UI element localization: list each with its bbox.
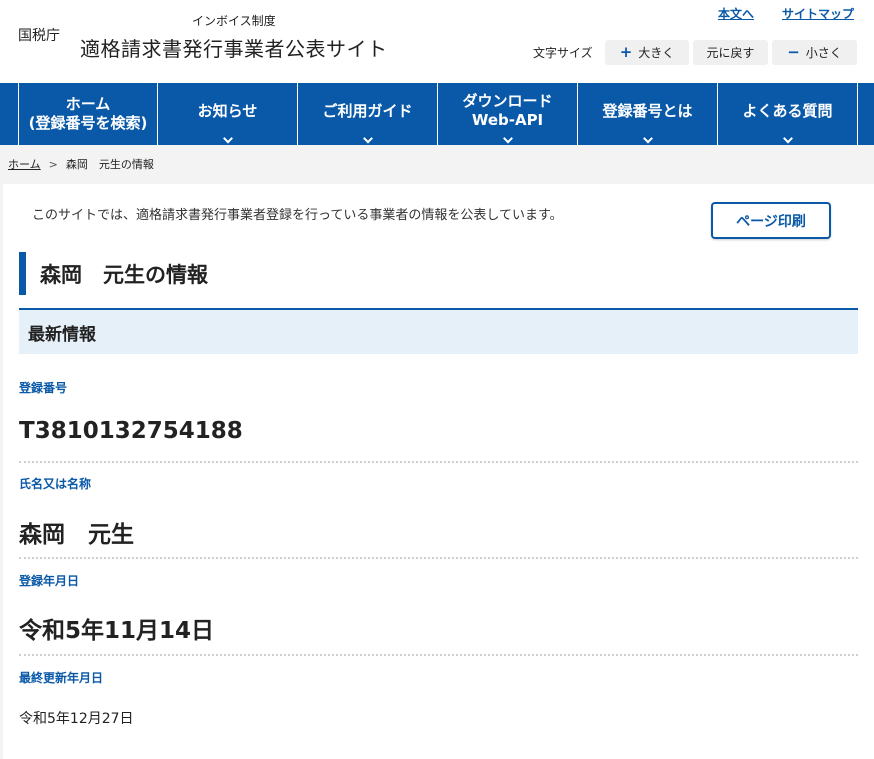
chevron-right-icon: > <box>48 157 58 171</box>
minus-icon: − <box>787 43 800 61</box>
nav-item-label: 登録番号とは <box>602 101 693 120</box>
nav-guide[interactable]: ご利用ガイド <box>298 83 438 145</box>
nav-item-label: ご利用ガイド <box>322 101 413 120</box>
nav-news[interactable]: お知らせ <box>158 83 298 145</box>
breadcrumb-current: 森岡 元生の情報 <box>65 158 154 171</box>
font-reset-label: 元に戻す <box>706 46 755 60</box>
site-subtitle: インボイス制度 <box>192 14 276 28</box>
registration-number-value: T3810132754188 <box>19 418 243 444</box>
section-title: 最新情報 <box>19 308 858 354</box>
field-label-registration-number: 登録番号 <box>19 381 68 395</box>
font-bigger-label: 大きく <box>638 46 675 60</box>
plus-icon: + <box>619 43 633 61</box>
nav-item-label: お知らせ <box>197 101 258 120</box>
divider <box>19 557 858 559</box>
nav-download[interactable]: ダウンロード Web-API <box>438 83 578 145</box>
intro-text: このサイトでは、適格請求書発行事業者登録を行っている事業者の情報を公表しています… <box>32 208 563 223</box>
sitemap-link[interactable]: サイトマップ <box>782 5 854 22</box>
registration-date-value: 令和5年11月14日 <box>19 618 215 644</box>
breadcrumb-home-link[interactable]: ホーム <box>8 156 41 172</box>
site-title[interactable]: 適格請求書発行事業者公表サイト <box>80 33 388 62</box>
font-size-label: 文字サイズ <box>533 46 593 60</box>
skip-to-content-link[interactable]: 本文へ <box>718 5 754 22</box>
print-page-button[interactable]: ページ印刷 <box>711 202 831 239</box>
nav-item-label: よくある質問 <box>742 101 833 120</box>
breadcrumb: ホーム > 森岡 元生の情報 <box>8 156 154 172</box>
chevron-down-icon <box>362 133 373 144</box>
font-smaller-button[interactable]: − 小さく <box>772 40 857 65</box>
divider <box>19 461 858 463</box>
chevron-down-icon <box>642 133 653 144</box>
nav-registration-number[interactable]: 登録番号とは <box>578 83 718 145</box>
last-updated-value: 令和5年12月27日 <box>19 711 134 727</box>
chevron-down-icon <box>502 133 513 144</box>
nav-faq[interactable]: よくある質問 <box>718 83 858 145</box>
global-nav: ホーム (登録番号を検索) お知らせ ご利用ガイド ダウンロード Web-API 登録番… <box>0 83 874 145</box>
field-label-last-updated: 最終更新年月日 <box>19 671 104 685</box>
site-header: 国税庁 インボイス制度 適格請求書発行事業者公表サイト 本文へ サイトマップ 文… <box>0 0 874 83</box>
chevron-down-icon <box>782 133 793 144</box>
divider <box>19 654 858 656</box>
nav-item-label: ホーム (登録番号を検索) <box>28 95 148 132</box>
main-content: このサイトでは、適格請求書発行事業者登録を行っている事業者の情報を公表しています… <box>3 184 874 759</box>
nav-item-label: ダウンロード Web-API <box>462 92 553 129</box>
page-title: 森岡 元生の情報 <box>19 252 208 295</box>
field-label-name: 氏名又は名称 <box>19 477 92 491</box>
agency-name: 国税庁 <box>18 28 60 44</box>
chevron-down-icon <box>222 133 233 144</box>
font-bigger-button[interactable]: + 大きく <box>605 40 689 65</box>
font-reset-button[interactable]: 元に戻す <box>693 40 768 65</box>
font-smaller-label: 小さく <box>805 46 842 60</box>
name-value: 森岡 元生 <box>19 522 134 548</box>
field-label-registration-date: 登録年月日 <box>19 574 80 588</box>
nav-home[interactable]: ホーム (登録番号を検索) <box>18 83 158 145</box>
